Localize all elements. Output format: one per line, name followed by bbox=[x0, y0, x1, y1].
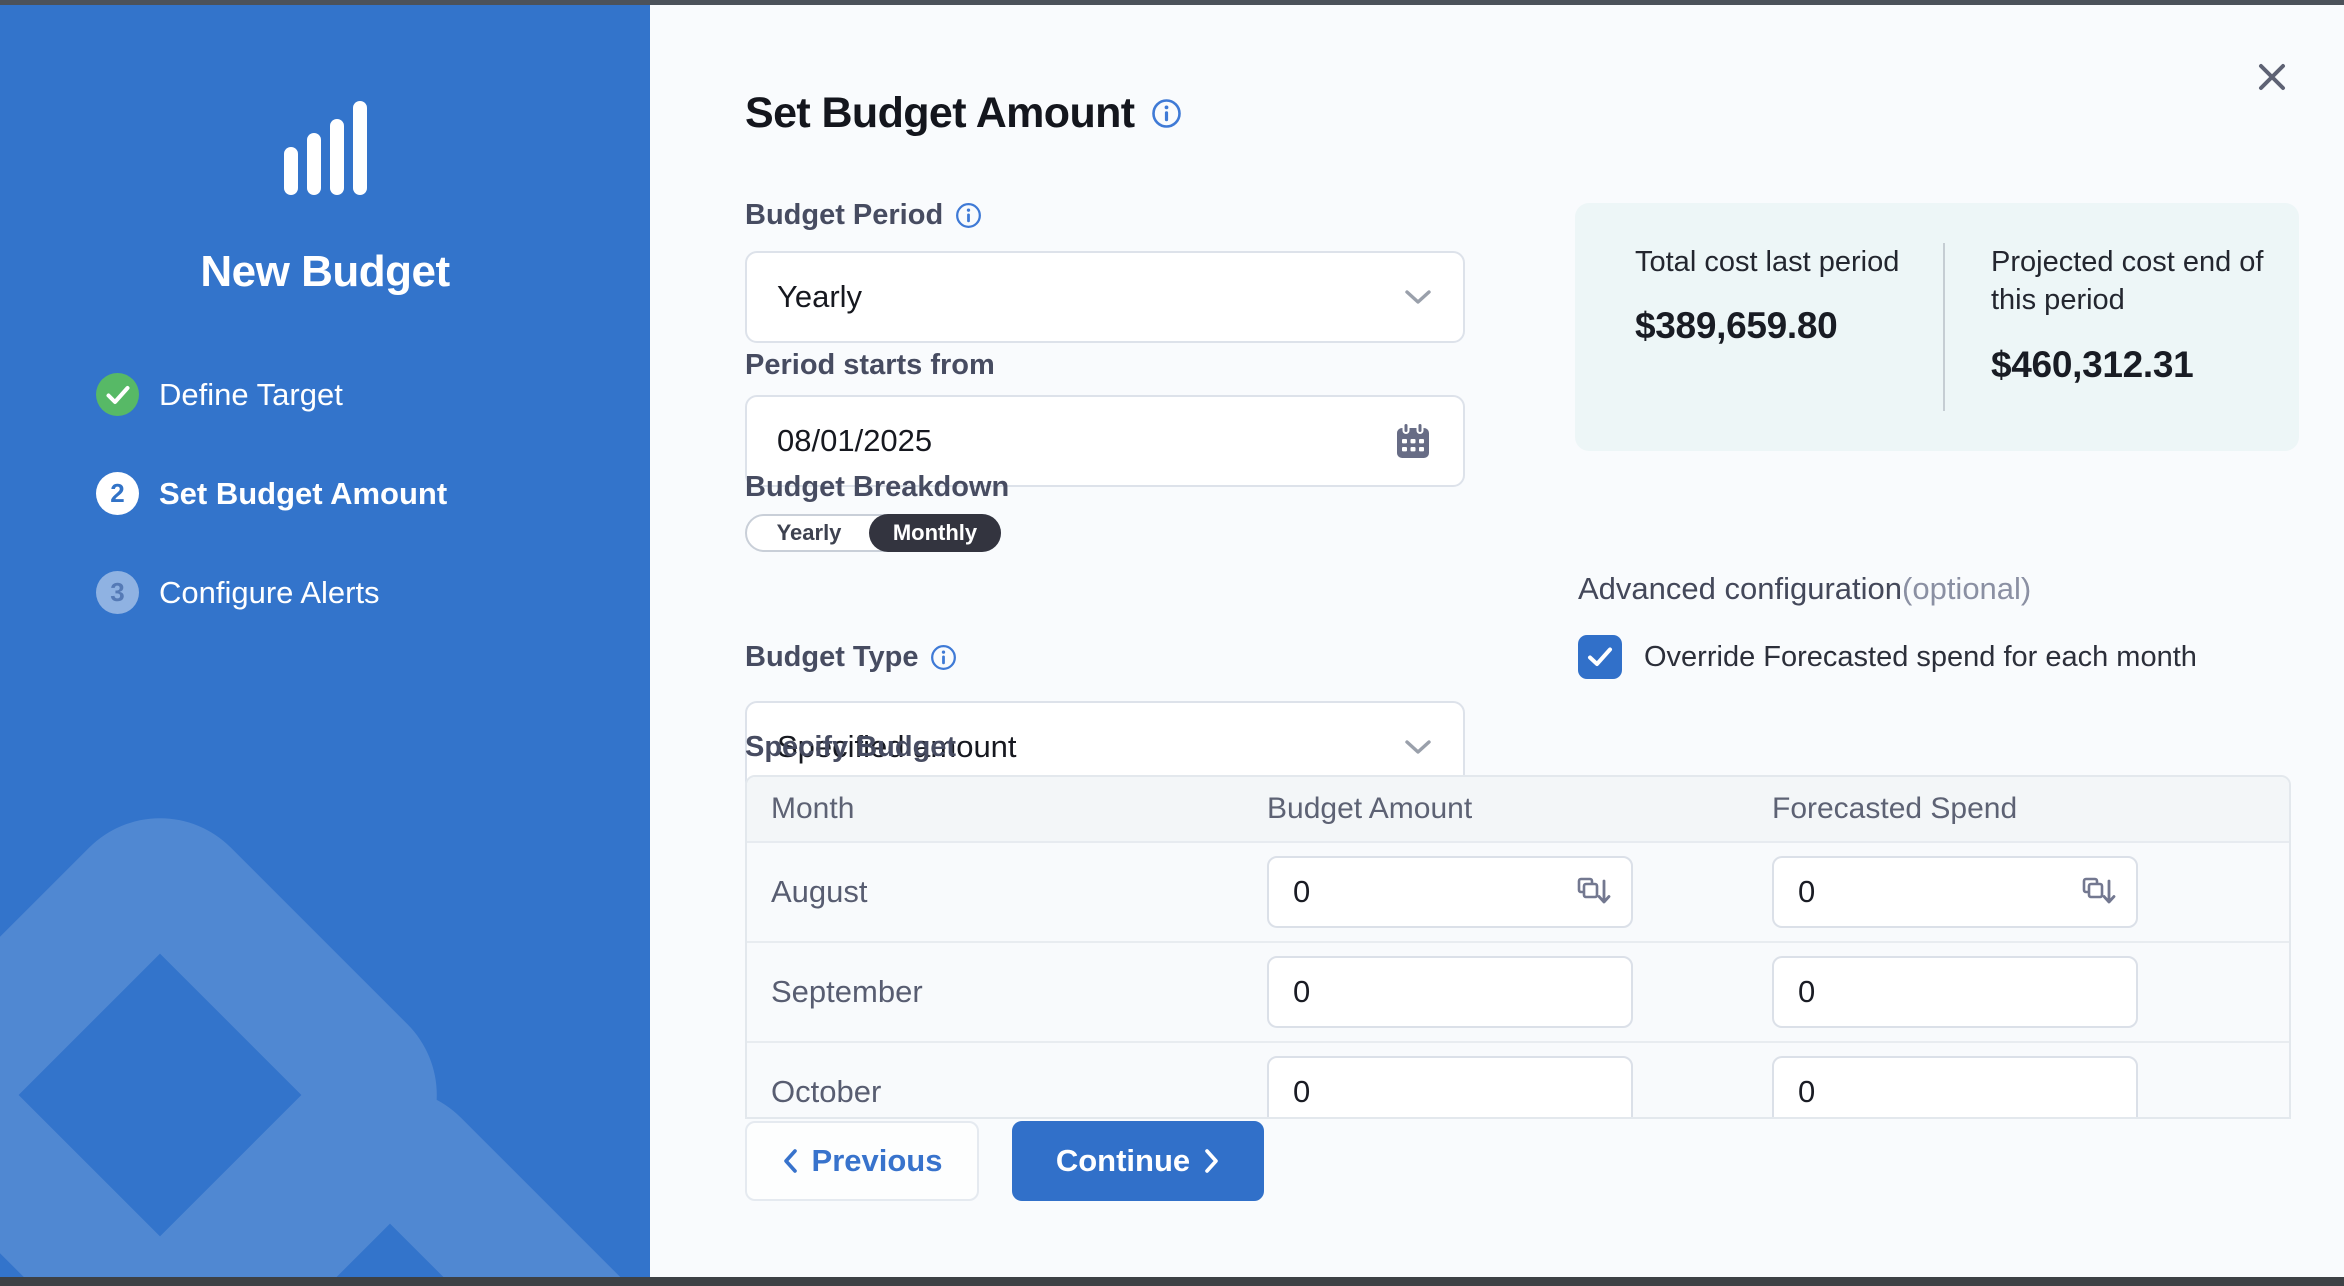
table-row-august: August bbox=[747, 843, 2289, 943]
total-cost-value: $389,659.80 bbox=[1635, 305, 1943, 347]
cost-summary-panel: Total cost last period $389,659.80 Proje… bbox=[1575, 203, 2299, 451]
budget-amount-input[interactable] bbox=[1293, 874, 1575, 910]
total-cost-label: Total cost last period bbox=[1635, 243, 1943, 281]
table-header-row: Month Budget Amount Forecasted Spend bbox=[747, 777, 2289, 843]
budget-amount-input[interactable] bbox=[1293, 974, 1611, 1010]
forecasted-spend-input[interactable] bbox=[1798, 874, 2080, 910]
continue-button[interactable]: Continue bbox=[1012, 1121, 1264, 1201]
column-header-month: Month bbox=[747, 792, 1267, 826]
chevron-left-icon bbox=[782, 1148, 798, 1174]
info-icon[interactable] bbox=[955, 202, 982, 229]
step-set-budget-amount[interactable]: 2 Set Budget Amount bbox=[96, 472, 447, 515]
budget-type-label: Budget Type bbox=[745, 641, 918, 674]
forecasted-spend-input[interactable] bbox=[1798, 1074, 2116, 1110]
column-header-forecasted-spend: Forecasted Spend bbox=[1772, 792, 2289, 826]
wizard-sidebar: New Budget Define Target 2 Set Budget Am… bbox=[0, 5, 650, 1277]
budget-period-label: Budget Period bbox=[745, 199, 943, 232]
wizard-steps: Define Target 2 Set Budget Amount 3 Conf… bbox=[96, 373, 447, 670]
brand: New Budget bbox=[0, 101, 650, 297]
period-starts-label: Period starts from bbox=[745, 349, 995, 382]
step-define-target[interactable]: Define Target bbox=[96, 373, 447, 416]
window-edge-bottom bbox=[0, 1277, 2344, 1286]
step-label: Set Budget Amount bbox=[159, 476, 447, 512]
budget-breakdown-toggle: Yearly Monthly bbox=[745, 514, 1001, 552]
forecasted-spend-input[interactable] bbox=[1798, 974, 2116, 1010]
info-icon[interactable] bbox=[930, 644, 957, 671]
budget-breakdown-label: Budget Breakdown bbox=[745, 471, 1009, 504]
month-label: October bbox=[747, 1074, 1267, 1110]
forecasted-spend-field bbox=[1772, 956, 2138, 1028]
budget-amount-input[interactable] bbox=[1293, 1074, 1611, 1110]
projected-cost-value: $460,312.31 bbox=[1991, 344, 2299, 386]
wizard-title: New Budget bbox=[0, 247, 650, 297]
chevron-down-icon bbox=[1403, 288, 1433, 306]
budget-amount-field bbox=[1267, 1056, 1633, 1119]
chevron-right-icon bbox=[1204, 1148, 1220, 1174]
step-check-icon bbox=[96, 373, 139, 416]
specify-budget-label: Specify Budget bbox=[745, 731, 956, 764]
close-icon[interactable] bbox=[2252, 57, 2292, 97]
bar-chart-icon bbox=[0, 101, 650, 195]
budget-period-value: Yearly bbox=[777, 279, 1403, 315]
override-forecast-label: Override Forecasted spend for each month bbox=[1644, 641, 2197, 674]
advanced-configuration-title: Advanced configuration(optional) bbox=[1578, 571, 2031, 607]
toggle-option-yearly[interactable]: Yearly bbox=[747, 516, 871, 550]
calendar-icon[interactable] bbox=[1393, 420, 1433, 462]
new-budget-modal: New Budget Define Target 2 Set Budget Am… bbox=[0, 0, 2344, 1286]
projected-cost-label: Projected cost end of this period bbox=[1991, 243, 2299, 320]
main-panel: Set Budget Amount Budget Period Yearly P… bbox=[650, 5, 2344, 1277]
info-icon[interactable] bbox=[1151, 98, 1182, 129]
step-number-badge: 2 bbox=[96, 472, 139, 515]
table-row-october: October bbox=[747, 1043, 2289, 1119]
previous-button[interactable]: Previous bbox=[745, 1121, 979, 1201]
fill-down-icon[interactable] bbox=[1575, 875, 1611, 909]
month-label: September bbox=[747, 974, 1267, 1010]
optional-hint: (optional) bbox=[1902, 571, 2031, 606]
fill-down-icon[interactable] bbox=[2080, 875, 2116, 909]
override-forecast-checkbox[interactable] bbox=[1578, 635, 1622, 679]
chevron-down-icon bbox=[1403, 738, 1433, 756]
page-title: Set Budget Amount bbox=[745, 89, 1135, 138]
table-row-september: September bbox=[747, 943, 2289, 1043]
toggle-option-monthly[interactable]: Monthly bbox=[869, 514, 1001, 552]
budget-period-select[interactable]: Yearly bbox=[745, 251, 1465, 343]
step-number-badge: 3 bbox=[96, 571, 139, 614]
previous-button-label: Previous bbox=[812, 1143, 943, 1179]
logo-watermark bbox=[0, 835, 650, 1277]
forecasted-spend-field bbox=[1772, 856, 2138, 928]
month-label: August bbox=[747, 874, 1267, 910]
step-label: Configure Alerts bbox=[159, 575, 380, 611]
column-header-budget-amount: Budget Amount bbox=[1267, 792, 1772, 826]
window-edge-top bbox=[0, 0, 2344, 5]
budget-amount-field bbox=[1267, 956, 1633, 1028]
forecasted-spend-field bbox=[1772, 1056, 2138, 1119]
step-label: Define Target bbox=[159, 377, 343, 413]
step-configure-alerts[interactable]: 3 Configure Alerts bbox=[96, 571, 447, 614]
budget-amount-field bbox=[1267, 856, 1633, 928]
specify-budget-table: Month Budget Amount Forecasted Spend Aug… bbox=[745, 775, 2291, 1119]
period-starts-input[interactable] bbox=[777, 423, 1393, 459]
continue-button-label: Continue bbox=[1056, 1143, 1190, 1179]
